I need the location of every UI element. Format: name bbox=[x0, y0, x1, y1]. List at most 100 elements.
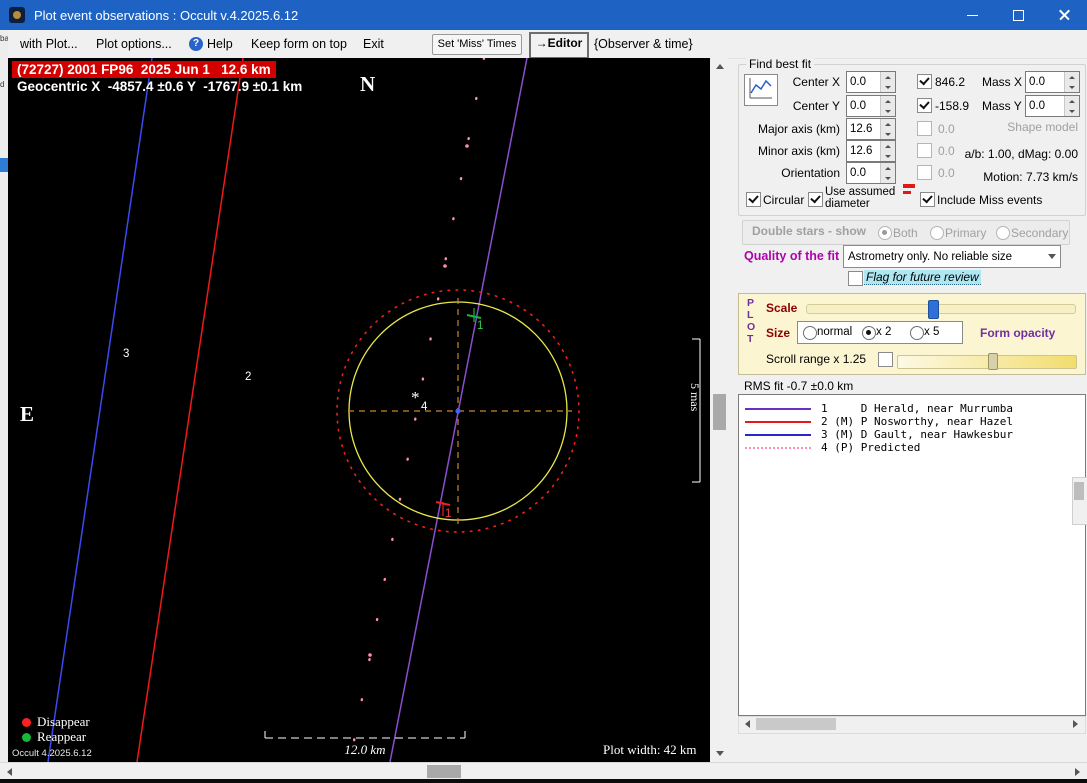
menu-help[interactable]: Help bbox=[207, 37, 233, 51]
opacity-slider-track[interactable] bbox=[897, 355, 1077, 369]
quality-combobox[interactable]: Astrometry only. No reliable size bbox=[843, 245, 1061, 268]
scrollbar-thumb[interactable] bbox=[756, 718, 836, 730]
scroll-right-icon[interactable] bbox=[1067, 717, 1083, 731]
window-horizontal-scrollbar[interactable] bbox=[0, 762, 1087, 780]
list-row[interactable]: 4 (P) Predicted bbox=[821, 441, 920, 454]
scroll-down-icon[interactable] bbox=[711, 745, 728, 762]
opacity-slider-thumb[interactable] bbox=[988, 353, 998, 370]
menu-with-plot[interactable]: with Plot... bbox=[20, 37, 78, 51]
predicted-dot bbox=[368, 653, 372, 657]
center-y-value[interactable] bbox=[847, 96, 880, 116]
list-row[interactable]: 1 D Herald, near Murrumba bbox=[821, 402, 1013, 415]
mass-y-value[interactable] bbox=[1026, 96, 1064, 116]
use-assumed-checkbox[interactable] bbox=[808, 192, 823, 207]
chord-3-label: 3 bbox=[123, 348, 129, 360]
spin-down-icon[interactable] bbox=[881, 106, 895, 116]
spin-down-icon[interactable] bbox=[1065, 82, 1079, 92]
editor-button[interactable]: →Editor bbox=[529, 32, 589, 59]
spin-up-icon[interactable] bbox=[881, 96, 895, 106]
center-y-fit-checkbox[interactable] bbox=[917, 98, 932, 113]
flag-review-checkbox[interactable] bbox=[848, 271, 863, 286]
size-x2-radio[interactable] bbox=[862, 326, 876, 340]
spin-down-icon[interactable] bbox=[881, 129, 895, 139]
orientation-spinner[interactable] bbox=[846, 162, 896, 184]
scroll-left-icon[interactable] bbox=[2, 764, 17, 779]
plot-canvas[interactable] bbox=[8, 58, 710, 762]
minor-axis-value[interactable] bbox=[847, 141, 880, 161]
plot-area[interactable]: (72727) 2001 FP96 2025 Jun 1 12.6 km Geo… bbox=[8, 58, 710, 762]
center-x-value[interactable] bbox=[847, 72, 880, 92]
spin-up-icon[interactable] bbox=[881, 119, 895, 129]
list-row[interactable]: 3 (M) D Gault, near Hawkesbur bbox=[821, 428, 1013, 441]
scroll-range-checkbox[interactable] bbox=[878, 352, 893, 367]
minimize-button[interactable] bbox=[949, 0, 995, 30]
spin-up-icon[interactable] bbox=[881, 72, 895, 82]
star-marker: * bbox=[411, 388, 420, 408]
scroll-left-icon[interactable] bbox=[739, 717, 755, 731]
close-button[interactable] bbox=[1041, 0, 1087, 30]
double-secondary-radio[interactable] bbox=[996, 226, 1010, 240]
spin-up-icon[interactable] bbox=[881, 141, 895, 151]
menu-keep-on-top[interactable]: Keep form on top bbox=[251, 37, 347, 51]
size-x5-radio[interactable] bbox=[910, 326, 924, 340]
chord-2-line[interactable] bbox=[137, 58, 243, 762]
help-icon: ? bbox=[189, 37, 203, 51]
scrollbar-thumb[interactable] bbox=[1074, 482, 1084, 500]
major-axis-fit-checkbox[interactable] bbox=[917, 121, 932, 136]
circular-checkbox[interactable] bbox=[746, 192, 761, 207]
spin-down-icon[interactable] bbox=[881, 151, 895, 161]
mass-y-spinner[interactable] bbox=[1025, 95, 1080, 117]
fit-chart-button[interactable] bbox=[744, 74, 778, 106]
mass-x-value[interactable] bbox=[1026, 72, 1064, 92]
orientation-fitted-value: 0.0 bbox=[938, 166, 955, 180]
form-opacity-label[interactable]: Form opacity bbox=[980, 326, 1055, 340]
menu-exit[interactable]: Exit bbox=[363, 37, 384, 51]
dropdown-arrow-icon[interactable] bbox=[1044, 246, 1060, 267]
list-horizontal-scrollbar[interactable] bbox=[738, 716, 1086, 734]
minor-axis-spinner[interactable] bbox=[846, 140, 896, 162]
title-bar[interactable]: Plot event observations : Occult v.4.202… bbox=[0, 0, 1087, 30]
edge-scrollbar-fragment[interactable] bbox=[1072, 477, 1087, 525]
north-label: N bbox=[360, 72, 375, 97]
orientation-value[interactable] bbox=[847, 163, 880, 183]
mass-x-label: Mass X bbox=[982, 75, 1022, 89]
observations-list[interactable]: 1 D Herald, near Murrumba 2 (M) P Noswor… bbox=[738, 394, 1086, 716]
size-normal-radio[interactable] bbox=[803, 326, 817, 340]
plot-letter-p: P bbox=[747, 297, 754, 309]
center-x-spinner[interactable] bbox=[846, 71, 896, 93]
major-axis-value[interactable] bbox=[847, 119, 880, 139]
observer-time-label[interactable]: {Observer & time} bbox=[594, 37, 693, 51]
minimize-icon bbox=[967, 15, 978, 16]
scale-slider-track[interactable] bbox=[806, 304, 1076, 314]
quality-label: Quality of the fit bbox=[744, 249, 839, 263]
spin-down-icon[interactable] bbox=[881, 82, 895, 92]
spin-down-icon[interactable] bbox=[881, 173, 895, 183]
scroll-range-label: Scroll range x 1.25 bbox=[766, 352, 866, 366]
spin-up-icon[interactable] bbox=[1065, 72, 1079, 82]
spin-up-icon[interactable] bbox=[1065, 96, 1079, 106]
spin-up-icon[interactable] bbox=[881, 163, 895, 173]
scrollbar-thumb[interactable] bbox=[713, 394, 726, 430]
orientation-fit-checkbox[interactable] bbox=[917, 165, 932, 180]
scale-slider-thumb[interactable] bbox=[928, 300, 939, 319]
scrollbar-thumb[interactable] bbox=[427, 765, 461, 778]
mass-x-spinner[interactable] bbox=[1025, 71, 1080, 93]
chord-3-line[interactable] bbox=[48, 58, 152, 762]
scroll-right-icon[interactable] bbox=[1070, 764, 1085, 779]
plot-title: (72727) 2001 FP96 2025 Jun 1 12.6 km bbox=[12, 61, 276, 78]
center-x-fit-checkbox[interactable] bbox=[917, 74, 932, 89]
edge-text-fragment: ba bbox=[0, 34, 8, 43]
list-row[interactable]: 2 (M) P Nosworthy, near Hazel bbox=[821, 415, 1013, 428]
double-both-radio[interactable] bbox=[878, 226, 892, 240]
spin-down-icon[interactable] bbox=[1065, 106, 1079, 116]
include-miss-checkbox[interactable] bbox=[920, 192, 935, 207]
scroll-up-icon[interactable] bbox=[711, 58, 728, 75]
double-primary-radio[interactable] bbox=[930, 226, 944, 240]
major-axis-spinner[interactable] bbox=[846, 118, 896, 140]
minor-axis-fit-checkbox[interactable] bbox=[917, 143, 932, 158]
menu-plot-options[interactable]: Plot options... bbox=[96, 37, 172, 51]
plot-vertical-scrollbar[interactable] bbox=[711, 58, 728, 762]
set-miss-times-button[interactable]: Set 'Miss' Times bbox=[432, 34, 522, 55]
center-y-spinner[interactable] bbox=[846, 95, 896, 117]
maximize-button[interactable] bbox=[995, 0, 1041, 30]
